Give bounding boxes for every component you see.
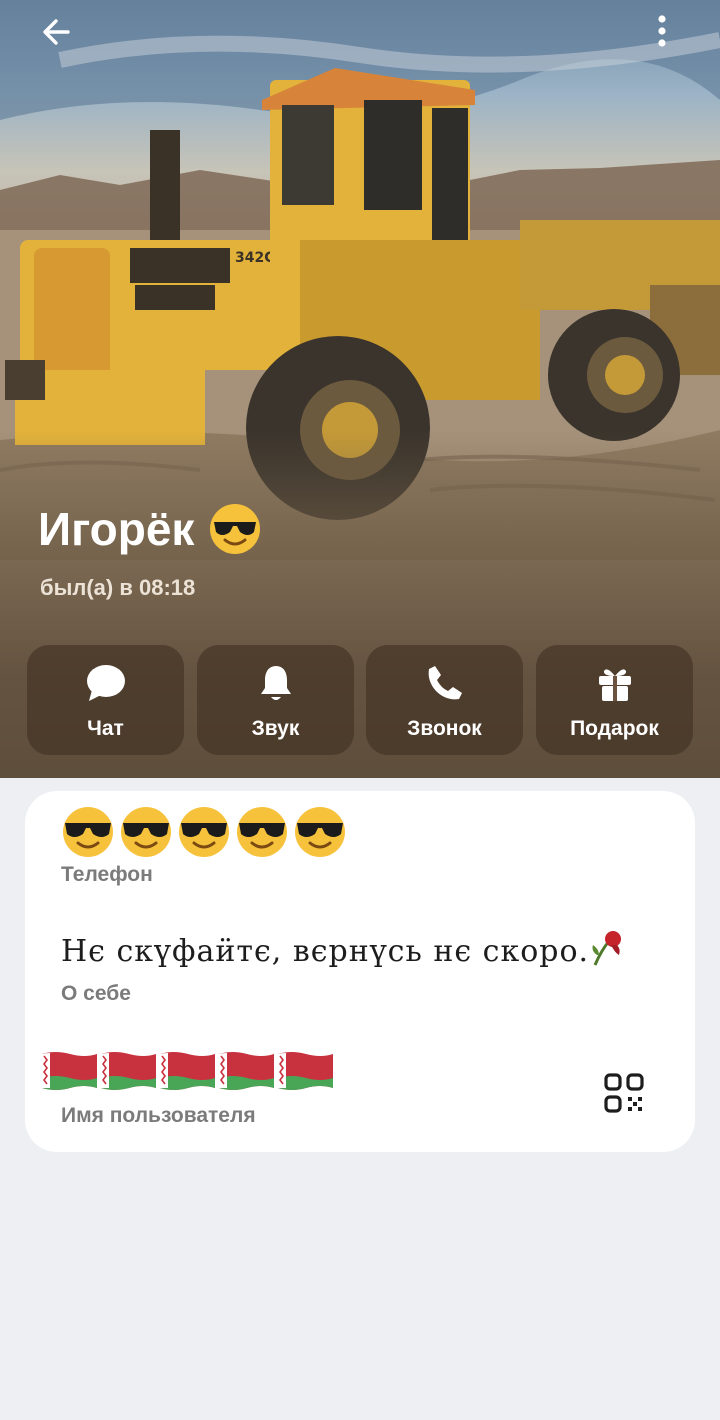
about-text-row[interactable]: Нє скүфаӥтє, вєрнүсь нє скоро. — [61, 929, 625, 969]
phone-value[interactable] — [59, 805, 349, 859]
last-seen-status: был(а) в 08:18 — [40, 575, 196, 600]
belarus-flag-emoji-icon — [101, 1052, 156, 1090]
more-options-button[interactable] — [638, 12, 686, 52]
cool-face-emoji-icon — [210, 504, 261, 554]
profile-name-row: Игорёк — [38, 502, 262, 556]
gift-button[interactable]: Подарок — [536, 645, 693, 755]
about-text: Нє скүфаӥтє, вєрнүсь нє скоро. — [61, 934, 590, 969]
qr-code-icon[interactable] — [604, 1073, 644, 1113]
chat-icon — [86, 665, 125, 701]
profile-info-card: Телефон Нє скүфаӥтє, вєрнүсь нє скоро. О… — [25, 791, 695, 1152]
username-label: Имя пользователя — [61, 1104, 256, 1127]
belarus-flag-emoji-icon — [278, 1052, 333, 1090]
gift-button-label: Подарок — [570, 717, 659, 740]
about-label: О себе — [61, 982, 131, 1005]
action-buttons: Чат Звук Звонок Подарок — [27, 645, 693, 755]
call-button-label: Звонок — [407, 717, 482, 740]
cool-face-emoji-icon — [121, 807, 171, 857]
gift-icon — [598, 669, 631, 701]
cool-face-emoji-icon — [63, 807, 113, 857]
profile-name: Игорёк — [38, 503, 195, 555]
sound-button-label: Звук — [251, 717, 300, 740]
chat-button[interactable]: Чат — [27, 645, 184, 755]
sound-button[interactable]: Звук — [197, 645, 354, 755]
belarus-flag-emoji-icon — [42, 1052, 97, 1090]
cool-face-emoji-icon — [295, 807, 345, 857]
call-button[interactable]: Звонок — [366, 645, 523, 755]
belarus-flag-emoji-icon — [160, 1052, 215, 1090]
phone-label: Телефон — [61, 863, 153, 886]
cool-face-emoji-icon — [237, 807, 287, 857]
back-button[interactable] — [32, 12, 80, 52]
chat-button-label: Чат — [87, 717, 124, 740]
more-vertical-icon — [658, 15, 666, 47]
username-value[interactable] — [40, 1050, 335, 1094]
phone-icon — [428, 666, 462, 700]
cool-face-emoji-icon — [179, 807, 229, 857]
wilted-rose-emoji-icon — [592, 931, 622, 966]
belarus-flag-emoji-icon — [219, 1052, 274, 1090]
arrow-left-icon — [43, 19, 70, 45]
bell-icon — [260, 666, 291, 700]
profile-header: 342C4 Игорёк был(а) в 08:18 Чат Звук Зво… — [0, 0, 720, 778]
